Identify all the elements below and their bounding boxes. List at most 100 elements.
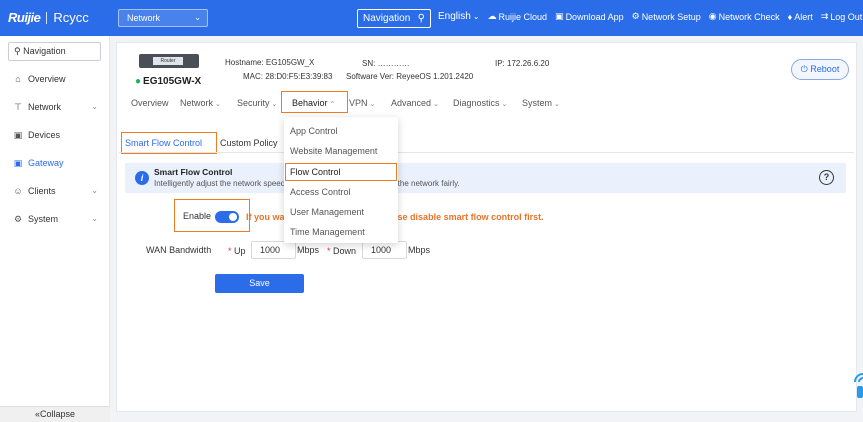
menu-item-website-management[interactable]: Website Management bbox=[290, 146, 377, 156]
sidebar-item-clients[interactable]: ☺ Clients ⌄ bbox=[0, 181, 110, 201]
language-label: English bbox=[438, 11, 471, 22]
info-icon: i bbox=[135, 171, 149, 185]
software-info: Software Ver: ReyeeOS 1.201.2420 bbox=[346, 72, 473, 81]
setup-icon: ⚙ bbox=[631, 11, 640, 21]
hostname-value: EG105GW_X bbox=[265, 58, 315, 67]
navigation-search[interactable]: Navigation ⚲ bbox=[357, 9, 431, 28]
tab-network[interactable]: Network ⌄ bbox=[180, 98, 221, 108]
tab-advanced[interactable]: Advanced ⌄ bbox=[391, 98, 439, 108]
ip-value: 172.26.6.20 bbox=[507, 59, 550, 68]
down-label-text: Down bbox=[333, 246, 357, 256]
mac-value: 28:D0:F5:E3:39:83 bbox=[265, 72, 333, 81]
enable-label: Enable bbox=[183, 211, 212, 221]
online-status-icon: ● bbox=[135, 76, 142, 87]
info-banner: i Smart Flow Control Intelligently adjus… bbox=[125, 163, 846, 193]
up-bandwidth-input[interactable]: 1000 bbox=[251, 241, 296, 259]
tab-diagnostics[interactable]: Diagnostics ⌄ bbox=[453, 98, 507, 108]
power-icon: ⏻ bbox=[800, 64, 808, 74]
menu-item-access-control[interactable]: Access Control bbox=[290, 187, 351, 197]
sidebar-item-label: Overview bbox=[28, 74, 66, 84]
network-check-link[interactable]: ◉ Network Check bbox=[709, 11, 780, 22]
logout-label: Log Out bbox=[830, 11, 863, 22]
tab-overview[interactable]: Overview bbox=[131, 98, 169, 108]
sidebar-item-label: Clients bbox=[28, 186, 56, 196]
help-icon[interactable]: ? bbox=[819, 170, 834, 185]
tab-label: Network bbox=[180, 98, 214, 108]
tab-security[interactable]: Security ⌄ bbox=[237, 98, 277, 108]
download-icon: ▣ bbox=[555, 11, 564, 21]
logout-link[interactable]: ⇉ Log Out bbox=[821, 11, 863, 22]
collapse-label: Collapse bbox=[39, 409, 76, 419]
home-icon: ⌂ bbox=[15, 74, 21, 84]
network-setup-link[interactable]: ⚙ Network Setup bbox=[632, 11, 701, 22]
sidebar-item-gateway[interactable]: ▣ Gateway bbox=[0, 153, 110, 173]
info-description-right: the network fairly. bbox=[397, 179, 460, 188]
check-icon: ◉ bbox=[708, 11, 717, 21]
down-bandwidth-input[interactable]: 1000 bbox=[362, 241, 407, 259]
brand-secondary: Rcycc bbox=[53, 10, 89, 25]
search-icon: ⚲ bbox=[14, 46, 21, 56]
chevron-down-icon: ⌄ bbox=[91, 186, 98, 195]
sidebar-item-devices[interactable]: ▣ Devices bbox=[0, 125, 110, 145]
sidebar-item-network[interactable]: ⊤ Network ⌄ bbox=[0, 97, 110, 117]
down-label: * Down bbox=[327, 246, 356, 256]
tab-label: VPN bbox=[349, 98, 368, 108]
reboot-button[interactable]: ⏻ Reboot bbox=[791, 59, 849, 80]
mac-info: MAC: 28:D0:F5:E3:39:83 bbox=[243, 72, 332, 81]
sidebar-item-system[interactable]: ⚙ System ⌄ bbox=[0, 209, 110, 229]
gateway-icon: ▣ bbox=[13, 158, 23, 168]
software-value: ReyeeOS 1.201.2420 bbox=[396, 72, 474, 81]
up-label-text: Up bbox=[234, 246, 246, 256]
flow-control-highlight bbox=[285, 163, 397, 181]
tab-label: Overview bbox=[131, 98, 169, 108]
warning-right: se disable smart flow control first. bbox=[397, 212, 544, 222]
menu-item-time-management[interactable]: Time Management bbox=[290, 227, 365, 237]
collapse-button[interactable]: «Collapse bbox=[0, 406, 110, 422]
wan-bandwidth-label: WAN Bandwidth bbox=[146, 245, 212, 255]
enable-toggle[interactable] bbox=[215, 211, 239, 223]
sidebar-item-label: Network bbox=[28, 102, 62, 112]
logout-icon: ⇉ bbox=[820, 11, 829, 21]
download-app-link[interactable]: ▣ Download App bbox=[555, 11, 624, 22]
menu-item-user-management[interactable]: User Management bbox=[290, 207, 364, 217]
router-icon-label: Router bbox=[153, 57, 183, 65]
clients-icon: ☺ bbox=[13, 186, 23, 196]
chevron-down-icon: ⌄ bbox=[271, 101, 278, 108]
sn-info: SN: ………… bbox=[362, 59, 410, 68]
mac-label: MAC: bbox=[243, 72, 263, 81]
chevron-down-icon: ⌄ bbox=[433, 101, 439, 108]
required-marker: * bbox=[327, 246, 331, 256]
behavior-dropdown: App Control Website Management Flow Cont… bbox=[284, 117, 398, 243]
network-select[interactable]: Network ⌄ bbox=[118, 9, 208, 27]
main-panel: Router ● EG105GW-X Hostname: EG105GW_X SN… bbox=[116, 42, 857, 412]
network-setup-label: Network Setup bbox=[641, 11, 701, 22]
chevron-down-icon: ⌄ bbox=[194, 13, 201, 22]
smart-flow-tab-highlight bbox=[121, 132, 217, 154]
assistant-icon[interactable] bbox=[851, 370, 863, 400]
sidebar-search-input[interactable]: ⚲ Navigation bbox=[8, 42, 101, 61]
tab-system[interactable]: System ⌄ bbox=[522, 98, 560, 108]
tab-label: System bbox=[522, 98, 553, 108]
required-marker: * bbox=[228, 246, 232, 256]
sidebar-item-overview[interactable]: ⌂ Overview bbox=[0, 69, 110, 89]
search-icon: ⚲ bbox=[417, 13, 425, 24]
tab-vpn[interactable]: VPN ⌄ bbox=[349, 98, 375, 108]
toggle-knob bbox=[229, 213, 237, 221]
sn-value: ………… bbox=[377, 59, 410, 68]
subtab-custom-policy[interactable]: Custom Policy bbox=[220, 138, 278, 148]
chevron-down-icon: ⌄ bbox=[501, 101, 508, 108]
brand-primary: Ruijie bbox=[8, 10, 41, 25]
brand-logo: Ruijie Rcycc bbox=[8, 10, 89, 25]
ruijie-cloud-link[interactable]: ☁ Ruijie Cloud bbox=[488, 11, 548, 22]
behavior-tab-highlight bbox=[281, 91, 348, 113]
alert-link[interactable]: ♦ Alert bbox=[788, 11, 813, 22]
cloud-icon: ☁ bbox=[487, 11, 497, 21]
download-app-label: Download App bbox=[565, 11, 624, 22]
language-select[interactable]: English ⌄ bbox=[438, 11, 480, 22]
menu-item-app-control[interactable]: App Control bbox=[290, 126, 338, 136]
ip-label: IP: bbox=[495, 59, 505, 68]
save-button[interactable]: Save bbox=[215, 274, 304, 293]
chevron-down-icon: ⌄ bbox=[554, 101, 560, 108]
devices-icon: ▣ bbox=[13, 130, 23, 140]
navigation-search-label: Navigation bbox=[363, 13, 411, 24]
